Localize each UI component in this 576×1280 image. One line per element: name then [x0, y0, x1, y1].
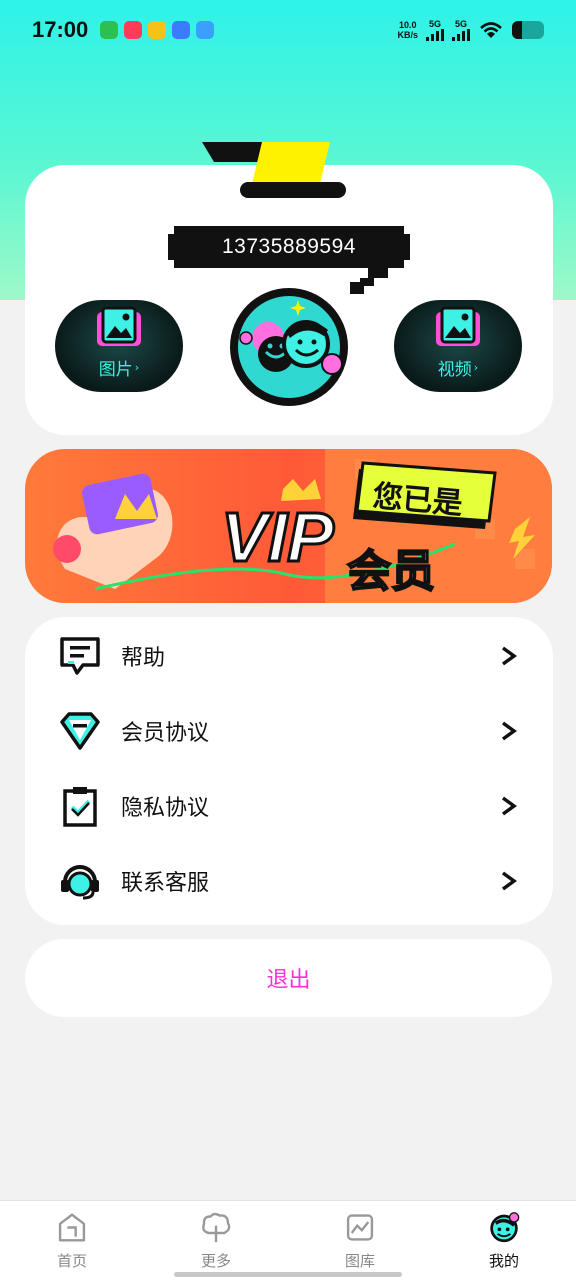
- phone-number: 13735889594: [222, 235, 356, 258]
- pictures-button-label: 图片 ›: [99, 355, 139, 380]
- vip-member-text: 会员: [346, 545, 436, 598]
- nav-item-home[interactable]: 首页: [32, 1211, 112, 1271]
- home-icon: [58, 1213, 86, 1242]
- tree-icon: [202, 1212, 231, 1243]
- menu-item-label: 联系客服: [121, 871, 210, 896]
- signal-bars-icon: [426, 28, 444, 41]
- wallet-app-icon: [148, 21, 167, 39]
- bottom-nav: 首页 更多 图库 我的: [0, 1200, 576, 1280]
- smiley-avatar-icon[interactable]: [228, 286, 350, 408]
- signal-bars-icon: [452, 28, 470, 41]
- videos-label-text: 视频: [437, 360, 472, 380]
- vip-badge-text: 您已是: [371, 479, 465, 522]
- picture-icon: [97, 306, 141, 346]
- signal-1: 5G: [426, 18, 444, 41]
- menu-item-label: 会员协议: [121, 721, 210, 746]
- menu-item-privacy-agreement[interactable]: 隐私协议: [25, 776, 553, 836]
- logout-button[interactable]: 退出: [25, 939, 552, 1017]
- menu-item-contact-support[interactable]: 联系客服: [25, 851, 553, 911]
- nav-label: 首页: [56, 1252, 87, 1270]
- menu-item-label: 帮助: [121, 646, 166, 671]
- signal-2-label: 5G: [454, 18, 467, 29]
- video-app-icon: [124, 21, 143, 39]
- chevron-right-icon: [501, 721, 517, 741]
- vip-title: VIP: [220, 497, 336, 578]
- menu-card: 帮助 会员协议 隐私协议 联系客服: [25, 617, 553, 925]
- mail-app-icon: [196, 21, 215, 39]
- chevron-right-icon: [501, 871, 517, 891]
- phone-number-box: 13735889594: [168, 226, 410, 294]
- headset-icon: [61, 865, 99, 900]
- net-speed-value: 10.0: [398, 20, 417, 30]
- net-speed-unit: KB/s: [397, 30, 418, 40]
- status-indicators: 10.0 KB/s 5G 5G: [397, 18, 544, 41]
- vip-banner[interactable]: 您已是 VIP 会员: [25, 449, 552, 603]
- wechat-icon: [100, 21, 119, 39]
- wifi-icon: [480, 22, 502, 38]
- diamond-icon: [60, 712, 100, 750]
- chevron-right-icon: [501, 646, 517, 666]
- browser-app-icon: [172, 21, 191, 39]
- pictures-button[interactable]: 图片 ›: [55, 300, 183, 392]
- status-app-icons: [100, 21, 215, 39]
- pictures-label-text: 图片: [98, 360, 133, 380]
- menu-item-label: 隐私协议: [121, 796, 210, 821]
- network-speed: 10.0 KB/s: [397, 20, 418, 40]
- profile-face-icon: [490, 1212, 520, 1243]
- menu-item-member-agreement[interactable]: 会员协议: [25, 701, 553, 761]
- nav-label: 更多: [200, 1252, 231, 1270]
- gallery-icon: [346, 1214, 374, 1241]
- menu-item-help[interactable]: 帮助: [25, 626, 553, 686]
- nav-label: 图库: [344, 1252, 375, 1270]
- nav-label: 我的: [488, 1252, 519, 1270]
- signal-1-label: 5G: [428, 18, 441, 29]
- status-time: 17:00: [32, 17, 89, 42]
- videos-button[interactable]: 视频 ›: [394, 300, 522, 392]
- chevron-right-icon: ›: [473, 361, 479, 374]
- chevron-right-icon: [501, 796, 517, 816]
- video-icon: [436, 306, 480, 346]
- nav-item-more[interactable]: 更多: [176, 1211, 256, 1271]
- videos-button-label: 视频 ›: [438, 355, 478, 380]
- status-bar: 17:00 10.0 KB/s 5G 5G: [0, 0, 576, 60]
- signal-2: 5G: [452, 18, 470, 41]
- decoration-stripe-icon: [202, 142, 346, 198]
- help-chat-icon: [60, 637, 100, 675]
- battery-icon: [512, 21, 544, 39]
- nav-item-gallery[interactable]: 图库: [320, 1211, 400, 1271]
- clipboard-check-icon: [63, 787, 97, 827]
- nav-item-mine[interactable]: 我的: [464, 1211, 544, 1271]
- logout-label: 退出: [266, 968, 311, 993]
- chevron-right-icon: ›: [134, 361, 140, 374]
- home-indicator[interactable]: [174, 1272, 402, 1277]
